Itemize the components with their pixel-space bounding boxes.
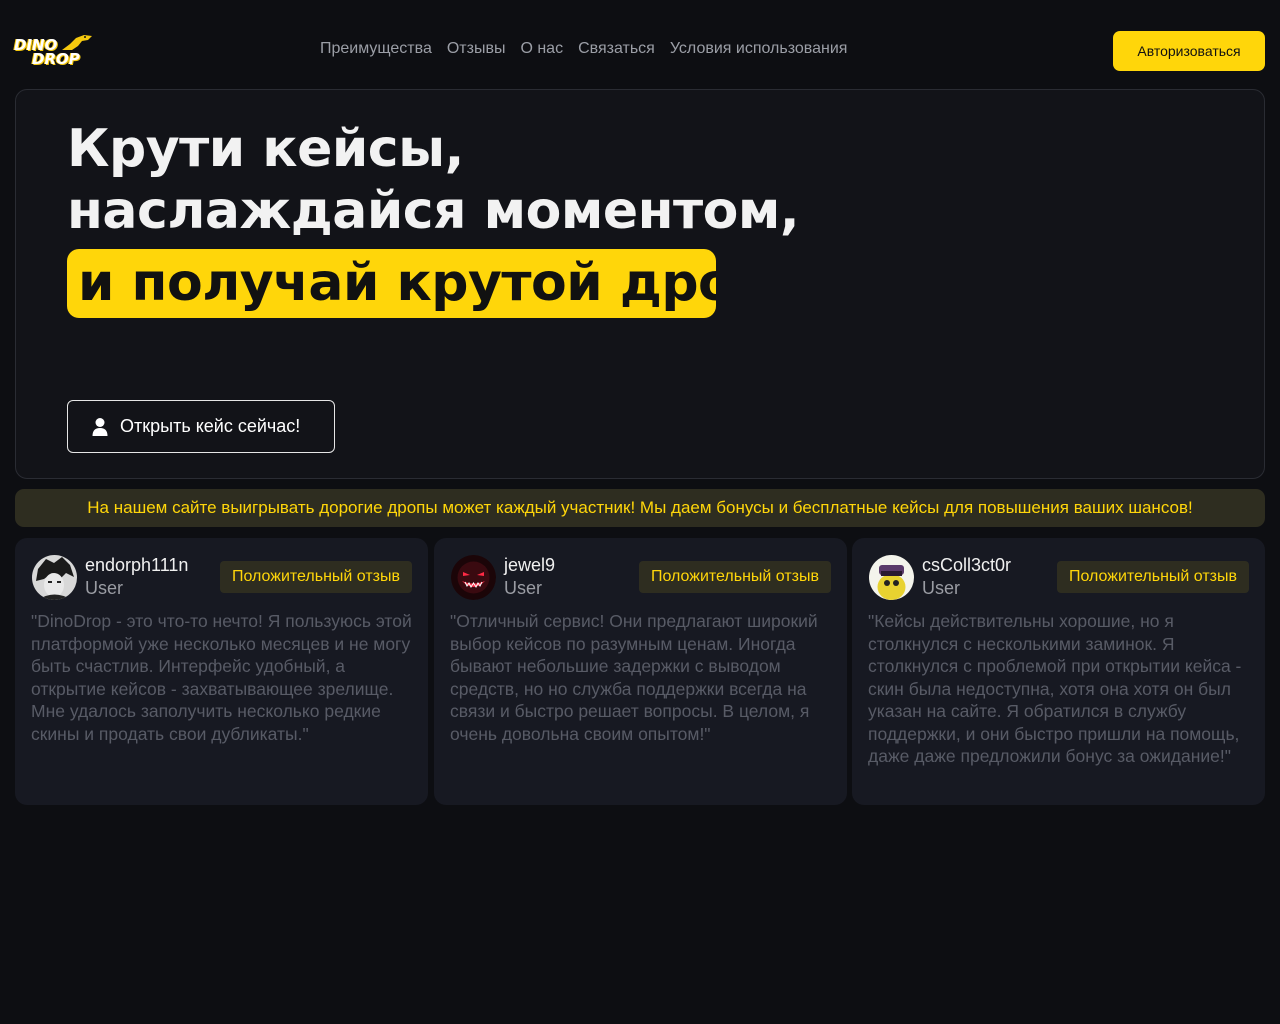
nav-link-contact[interactable]: Связаться xyxy=(578,40,655,58)
hero-section: Крути кейсы, наслаждайся моментом, и пол… xyxy=(15,89,1265,479)
review-card: endorph111n User Положительный отзыв "Di… xyxy=(15,538,428,805)
nav-link-advantages[interactable]: Преимущества xyxy=(320,40,432,58)
nav-link-about[interactable]: О нас xyxy=(520,40,563,58)
open-case-label: Открыть кейс сейчас! xyxy=(120,416,301,436)
user-icon xyxy=(92,417,108,436)
nav-link-terms[interactable]: Условия использования xyxy=(670,40,848,58)
review-card: csColl3ct0r User Положительный отзыв "Ке… xyxy=(852,538,1265,805)
review-user-role: User xyxy=(85,578,124,598)
review-text: "DinoDrop - это что-то нечто! Я пользуюс… xyxy=(31,611,412,744)
login-button[interactable]: Авторизоваться xyxy=(1113,31,1265,71)
avatar xyxy=(451,555,496,600)
site-header: DINO DROP Преимущества Отзывы О нас Связ… xyxy=(0,0,1280,90)
review-user-role: User xyxy=(504,578,543,598)
positive-review-badge: Положительный отзыв xyxy=(638,561,831,593)
open-case-button[interactable]: Открыть кейс сейчас! xyxy=(67,400,335,453)
dinosaur-icon xyxy=(62,35,92,50)
review-username: jewel9 xyxy=(504,555,556,575)
review-user-role: User xyxy=(922,578,961,598)
avatar xyxy=(32,555,77,600)
review-username: csColl3ct0r xyxy=(922,555,1012,575)
hero-highlight: и получай крутой дроп! xyxy=(67,249,716,318)
positive-review-badge: Положительный отзыв xyxy=(219,561,412,593)
info-banner: На нашем сайте выигрывать дорогие дропы … xyxy=(15,489,1265,527)
review-text: "Кейсы действительны хорошие, но я столк… xyxy=(868,611,1242,766)
hero-line-1: Крути кейсы, xyxy=(67,119,464,179)
positive-review-badge: Положительный отзыв xyxy=(1056,561,1249,593)
review-card: jewel9 User Положительный отзыв "Отличны… xyxy=(434,538,847,805)
dinodrop-logo[interactable]: DINO DROP xyxy=(14,32,94,72)
hero-heading: Крути кейсы, наслаждайся моментом, xyxy=(67,118,800,242)
review-text: "Отличный сервис! Они предлагают широкий… xyxy=(450,611,818,744)
hero-line-2: наслаждайся моментом, xyxy=(67,181,800,241)
main-nav: Преимущества Отзывы О нас Связаться Усло… xyxy=(320,40,847,58)
nav-link-reviews[interactable]: Отзывы xyxy=(447,40,506,58)
avatar xyxy=(869,555,914,600)
review-username: endorph111n xyxy=(85,555,189,575)
